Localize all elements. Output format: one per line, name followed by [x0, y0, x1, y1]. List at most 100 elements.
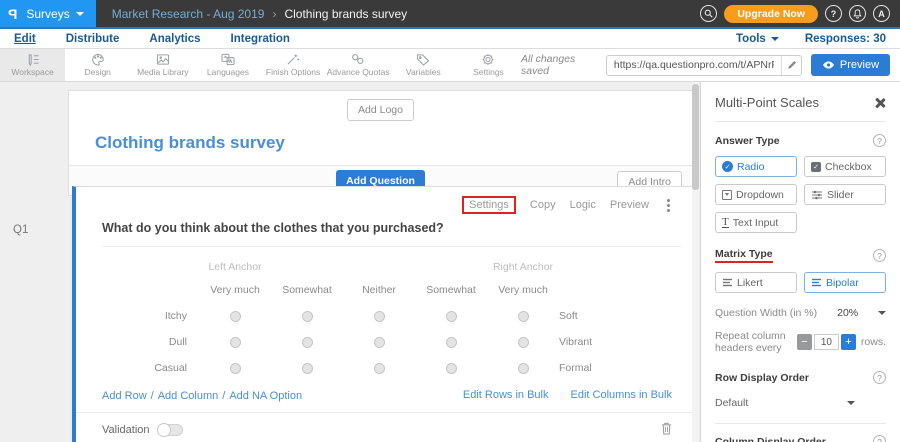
question-copy-button[interactable]: Copy — [530, 199, 556, 211]
tag-icon — [415, 53, 431, 66]
avatar[interactable]: A — [873, 5, 890, 22]
tool-workspace[interactable]: Workspace — [0, 49, 65, 81]
upgrade-now-button[interactable]: Upgrade Now — [724, 5, 818, 23]
menu-item-distribute[interactable]: Distribute — [66, 31, 120, 47]
answer-type-slider[interactable]: Slider — [804, 184, 886, 205]
matrix-row-right-label[interactable]: Formal — [559, 362, 692, 374]
tool-languages[interactable]: Languages — [195, 49, 260, 81]
validation-toggle[interactable] — [158, 424, 183, 436]
question-settings-button[interactable]: Settings — [462, 196, 516, 214]
tools-menu[interactable]: Tools — [736, 33, 779, 45]
edit-url-button[interactable] — [781, 56, 801, 75]
menu-item-integration[interactable]: Integration — [231, 31, 290, 47]
image-icon — [155, 53, 171, 66]
tool-design[interactable]: Design — [65, 49, 130, 81]
breadcrumb-current: Clothing brands survey — [284, 7, 407, 21]
menubar: Edit Distribute Analytics Integration To… — [0, 27, 900, 49]
scrollbar-track[interactable] — [692, 82, 699, 442]
responses-count[interactable]: Responses: 30 — [805, 33, 886, 45]
help-icon[interactable] — [873, 134, 886, 147]
more-options-icon[interactable] — [663, 197, 674, 214]
tool-advance-quotas[interactable]: Advance Quotas — [326, 49, 391, 81]
matrix-radio[interactable] — [518, 337, 529, 348]
matrix-type-likert[interactable]: Likert — [715, 272, 797, 293]
question-preview-button[interactable]: Preview — [610, 199, 649, 211]
matrix-cell — [343, 356, 415, 381]
repeat-headers-input[interactable] — [814, 334, 839, 350]
tool-settings[interactable]: Settings — [456, 49, 521, 81]
matrix-radio[interactable] — [446, 311, 457, 322]
search-button[interactable] — [700, 5, 717, 22]
breadcrumb-separator-icon: › — [272, 7, 276, 21]
increment-button[interactable] — [841, 334, 856, 350]
delete-question-button[interactable] — [661, 422, 672, 438]
matrix-radio[interactable] — [518, 363, 529, 374]
tool-finish-options[interactable]: Finish Options — [261, 49, 326, 81]
question-width-value[interactable]: 20% — [837, 307, 858, 319]
matrix-radio[interactable] — [446, 337, 457, 348]
survey-url-box — [606, 55, 802, 76]
matrix-radio[interactable] — [230, 363, 241, 374]
matrix-radio[interactable] — [230, 337, 241, 348]
add-row-link[interactable]: Add Row — [102, 390, 147, 402]
surveys-menu[interactable]: Surveys — [26, 7, 83, 21]
row-display-order-label: Row Display Order — [715, 372, 809, 384]
matrix-row-right-label[interactable]: Vibrant — [559, 336, 692, 348]
help-icon[interactable] — [873, 371, 886, 384]
matrix-cell — [271, 304, 343, 329]
matrix-row-left-label[interactable]: Casual — [102, 355, 199, 381]
add-column-link[interactable]: Add Column — [158, 390, 219, 402]
matrix-radio[interactable] — [302, 311, 313, 322]
matrix-radio[interactable] — [518, 311, 529, 322]
matrix-radio[interactable] — [374, 363, 385, 374]
matrix-radio[interactable] — [302, 337, 313, 348]
matrix-type-bipolar[interactable]: Bipolar — [804, 272, 886, 293]
add-na-option-link[interactable]: Add NA Option — [229, 390, 302, 402]
decrement-button[interactable] — [797, 334, 812, 350]
matrix-radio[interactable] — [230, 311, 241, 322]
close-icon[interactable] — [874, 97, 886, 109]
notifications-button[interactable] — [849, 5, 866, 22]
tool-label: Advance Quotas — [327, 67, 390, 77]
survey-url-input[interactable] — [607, 59, 782, 71]
answer-type-dropdown[interactable]: Dropdown — [715, 184, 797, 205]
menu-item-analytics[interactable]: Analytics — [149, 31, 200, 47]
matrix-row-left-label[interactable]: Itchy — [102, 303, 199, 329]
matrix-radio[interactable] — [302, 363, 313, 374]
matrix-radio[interactable] — [374, 311, 385, 322]
option-label: Likert — [737, 277, 763, 289]
tool-media-library[interactable]: Media Library — [130, 49, 195, 81]
edit-columns-in-bulk-link[interactable]: Edit Columns in Bulk — [571, 389, 673, 401]
matrix-column-header: Somewhat — [271, 277, 343, 303]
survey-title[interactable]: Clothing brands survey — [69, 121, 692, 165]
breadcrumb-parent[interactable]: Market Research - Aug 2019 — [112, 7, 265, 21]
preview-button[interactable]: Preview — [811, 54, 890, 76]
tool-variables[interactable]: Variables — [391, 49, 456, 81]
help-icon[interactable] — [873, 435, 886, 442]
help-icon[interactable] — [873, 249, 886, 262]
workspace-icon — [25, 53, 41, 66]
row-display-order-select[interactable]: Default — [715, 397, 855, 409]
answer-type-text-input[interactable]: Text Input — [715, 212, 797, 233]
chevron-down-icon[interactable] — [878, 311, 886, 315]
likert-bars-icon — [722, 278, 733, 287]
edit-rows-in-bulk-link[interactable]: Edit Rows in Bulk — [463, 389, 549, 401]
answer-type-radio[interactable]: Radio — [715, 156, 797, 177]
matrix-row-left-label[interactable]: Dull — [102, 329, 199, 355]
question-text[interactable]: What do you think about the clothes that… — [76, 214, 692, 235]
row-display-order-value: Default — [715, 397, 748, 409]
app-switcher[interactable]: P Surveys — [0, 0, 96, 27]
matrix-row-right-label[interactable]: Soft — [559, 310, 692, 322]
divider — [715, 121, 886, 122]
survey-header-card: Add Logo Clothing brands survey Add Ques… — [68, 90, 693, 196]
answer-type-checkbox[interactable]: Checkbox — [804, 156, 886, 177]
matrix-cell — [487, 356, 559, 381]
menu-item-edit[interactable]: Edit — [14, 31, 36, 47]
matrix-radio[interactable] — [374, 337, 385, 348]
add-logo-button[interactable]: Add Logo — [347, 99, 414, 121]
question-logic-button[interactable]: Logic — [570, 199, 596, 211]
matrix-column-header: Somewhat — [415, 277, 487, 303]
help-button[interactable]: ? — [825, 5, 842, 22]
scrollbar-thumb[interactable] — [692, 84, 699, 190]
matrix-radio[interactable] — [446, 363, 457, 374]
